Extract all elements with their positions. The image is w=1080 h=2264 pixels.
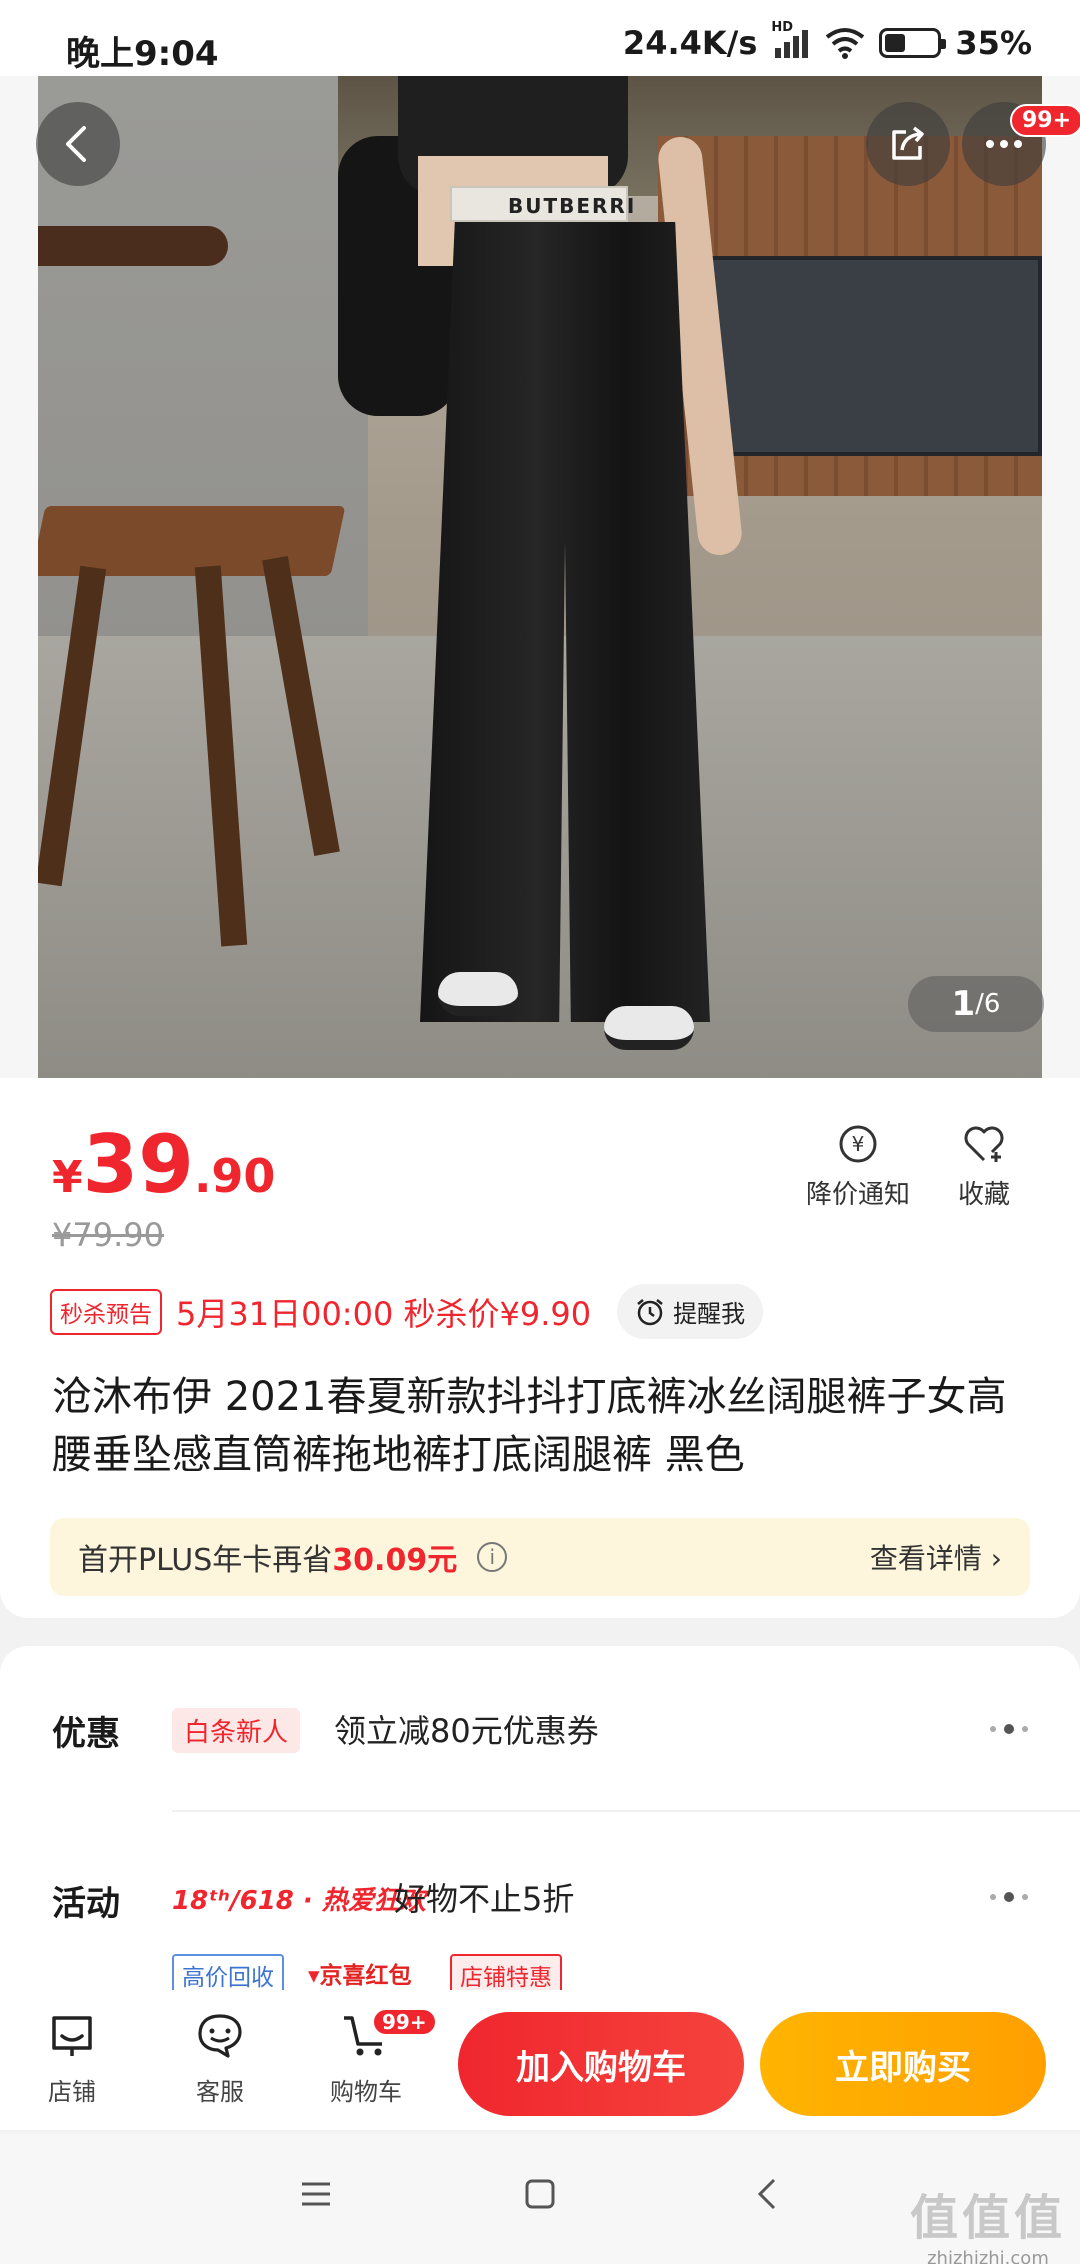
flash-sale-text: 5月31日00:00 秒杀价¥9.90 (176, 1294, 592, 1333)
heart-plus-icon (964, 1126, 1004, 1162)
chevron-left-icon (66, 126, 86, 162)
flash-sale-tag: 秒杀预告 (50, 1288, 162, 1335)
activity-more-icon[interactable] (990, 1892, 1028, 1902)
product-photo[interactable]: BUTBERRI (38, 76, 1042, 1080)
back-icon[interactable] (750, 2176, 786, 2212)
back-button[interactable] (36, 102, 120, 186)
battery-icon (879, 28, 947, 58)
info-icon[interactable]: i (477, 1542, 508, 1572)
product-gallery[interactable]: BUTBERRI 99+ 1 /6 (0, 76, 1080, 1080)
svg-text:¥: ¥ (852, 1132, 865, 1156)
jingxi-red-packet-tag: ▾京喜红包 (308, 1963, 412, 1989)
price: ¥ 39 .90 (52, 1118, 275, 1211)
price-currency: ¥ (52, 1152, 83, 1203)
bottom-action-bar: 店铺 客服 99+ 购物车 加入购物车 立即购买 (0, 1990, 1080, 2130)
price-decimal: .90 (193, 1149, 276, 1203)
store-icon (52, 2016, 92, 2056)
share-icon (892, 126, 924, 160)
plus-banner-text: 首开PLUS年卡再省 (78, 1543, 333, 1578)
product-info-card: ¥ 39 .90 ¥79.90 ¥ 降价通知 收藏 秒杀预告 5月31日00:0… (0, 1078, 1080, 1618)
price-integer: 39 (82, 1118, 194, 1211)
activity-label: 活动 (52, 1884, 120, 1924)
status-time: 晚上9:04 (66, 34, 219, 74)
store-label: 店铺 (48, 2078, 96, 2106)
site-watermark: 值值值 zhizhizhi.com (910, 2178, 1066, 2264)
hd-label: HD (771, 20, 794, 35)
red-packet-icon: ▾ (308, 1963, 320, 1989)
favorite-button[interactable]: 收藏 (958, 1122, 1010, 1211)
remind-me-button[interactable]: 提醒我 (617, 1284, 764, 1339)
discount-text[interactable]: 领立减80元优惠券 (334, 1706, 599, 1752)
price-drop-alert-button[interactable]: ¥ 降价通知 (806, 1122, 910, 1211)
favorite-label: 收藏 (958, 1180, 1011, 1210)
battery-fill (885, 34, 905, 52)
home-square-icon[interactable] (522, 2176, 558, 2212)
cart-label: 购物车 (330, 2078, 402, 2106)
watermark-logo: 值值值 (909, 2190, 1066, 2246)
flash-sale-row: 秒杀预告 5月31日00:00 秒杀价¥9.90 提醒我 (50, 1284, 764, 1339)
plus-savings-amount: 30.09元 (332, 1543, 458, 1578)
add-to-cart-button[interactable]: 加入购物车 (458, 2012, 744, 2116)
plus-banner[interactable]: 首开PLUS年卡再省 30.09元 i 查看详情 › (50, 1518, 1030, 1596)
remind-me-label: 提醒我 (673, 1300, 746, 1328)
divider (172, 1810, 1080, 1812)
watermark-url: zhizhizhi.com (927, 2248, 1049, 2264)
alarm-clock-icon (637, 1298, 663, 1325)
product-title: 沧沐布伊 2021春夏新款抖抖打底裤冰丝阔腿裤子女高腰垂坠感直筒裤拖地裤打底阔腿… (52, 1374, 1007, 1478)
plus-detail-link[interactable]: 查看详情 › (870, 1537, 1002, 1577)
wifi-icon (826, 28, 865, 59)
price-drop-bell-icon: ¥ (839, 1125, 877, 1163)
baitiao-new-user-chip: 白条新人 (172, 1708, 301, 1753)
discount-label: 优惠 (52, 1714, 120, 1754)
original-price: ¥79.90 (52, 1216, 164, 1254)
chat-face-icon (198, 2014, 242, 2058)
service-label: 客服 (196, 2078, 244, 2106)
message-badge: 99+ (1010, 104, 1080, 137)
pager-total: /6 (975, 989, 1001, 1019)
activity-text[interactable]: 好物不止5折 (394, 1874, 574, 1920)
customer-service-nav[interactable]: 客服 (160, 2010, 280, 2107)
image-pager: 1 /6 (908, 976, 1044, 1032)
waistband-logo: BUTBERRI (450, 186, 634, 222)
buy-now-button[interactable]: 立即购买 (760, 2012, 1046, 2116)
network-speed: 24.4K/s (622, 24, 758, 62)
store-nav[interactable]: 店铺 (12, 2010, 132, 2107)
pager-current: 1 (951, 984, 976, 1024)
share-button[interactable] (866, 102, 950, 186)
status-icons: 24.4K/s HD 35% (622, 20, 1032, 62)
signal-icon: HD (771, 20, 811, 60)
menu-icon[interactable] (298, 2176, 334, 2212)
618-festival-logo: 18ᵗʰ/618 · 热爱狂欢 (172, 1886, 426, 1916)
cart-nav[interactable]: 99+ 购物车 (306, 2008, 437, 2107)
discount-more-icon[interactable] (990, 1724, 1028, 1734)
battery-percent: 35% (955, 24, 1032, 62)
cart-badge: 99+ (372, 2008, 437, 2036)
price-drop-label: 降价通知 (806, 1180, 911, 1210)
